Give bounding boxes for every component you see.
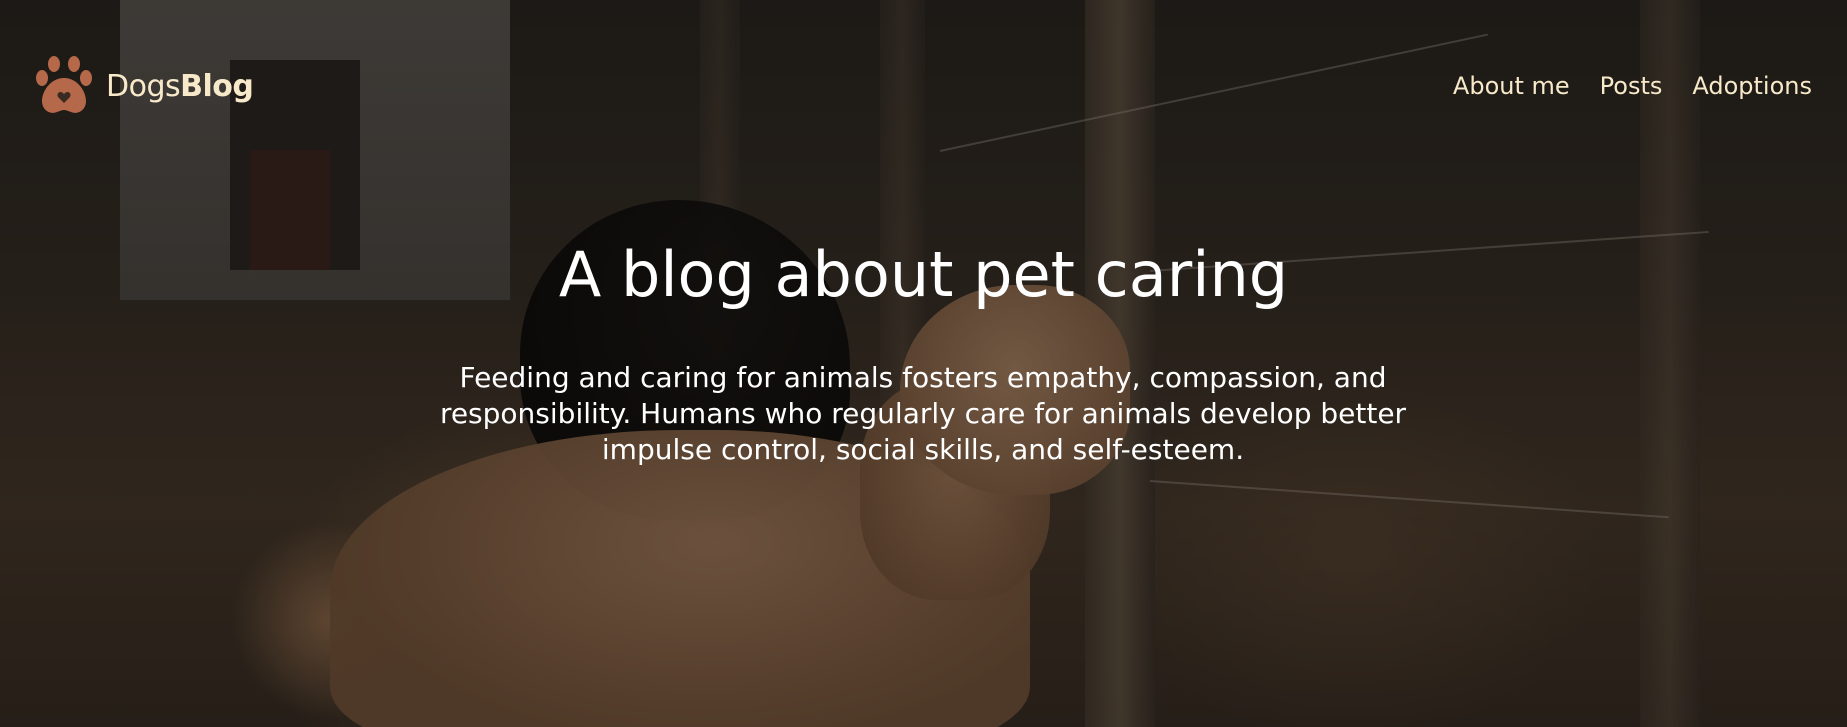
brand-name: DogsBlog (106, 68, 254, 104)
main-nav: About me Posts Adoptions (1453, 72, 1812, 100)
brand-name-bold: Blog (180, 68, 254, 104)
brand-name-regular: Dogs (106, 68, 181, 104)
site-header: DogsBlog About me Posts Adoptions (0, 0, 1847, 120)
paw-heart-icon (36, 56, 92, 113)
hero-description: Feeding and caring for animals fosters e… (439, 361, 1407, 466)
nav-link-about-me[interactable]: About me (1453, 72, 1570, 100)
hero-title: A blog about pet caring (558, 238, 1289, 311)
hero-section: DogsBlog About me Posts Adoptions A blog… (0, 0, 1847, 727)
brand-logo-link[interactable]: DogsBlog (32, 54, 254, 118)
nav-link-adoptions[interactable]: Adoptions (1692, 72, 1812, 100)
nav-link-posts[interactable]: Posts (1600, 72, 1663, 100)
